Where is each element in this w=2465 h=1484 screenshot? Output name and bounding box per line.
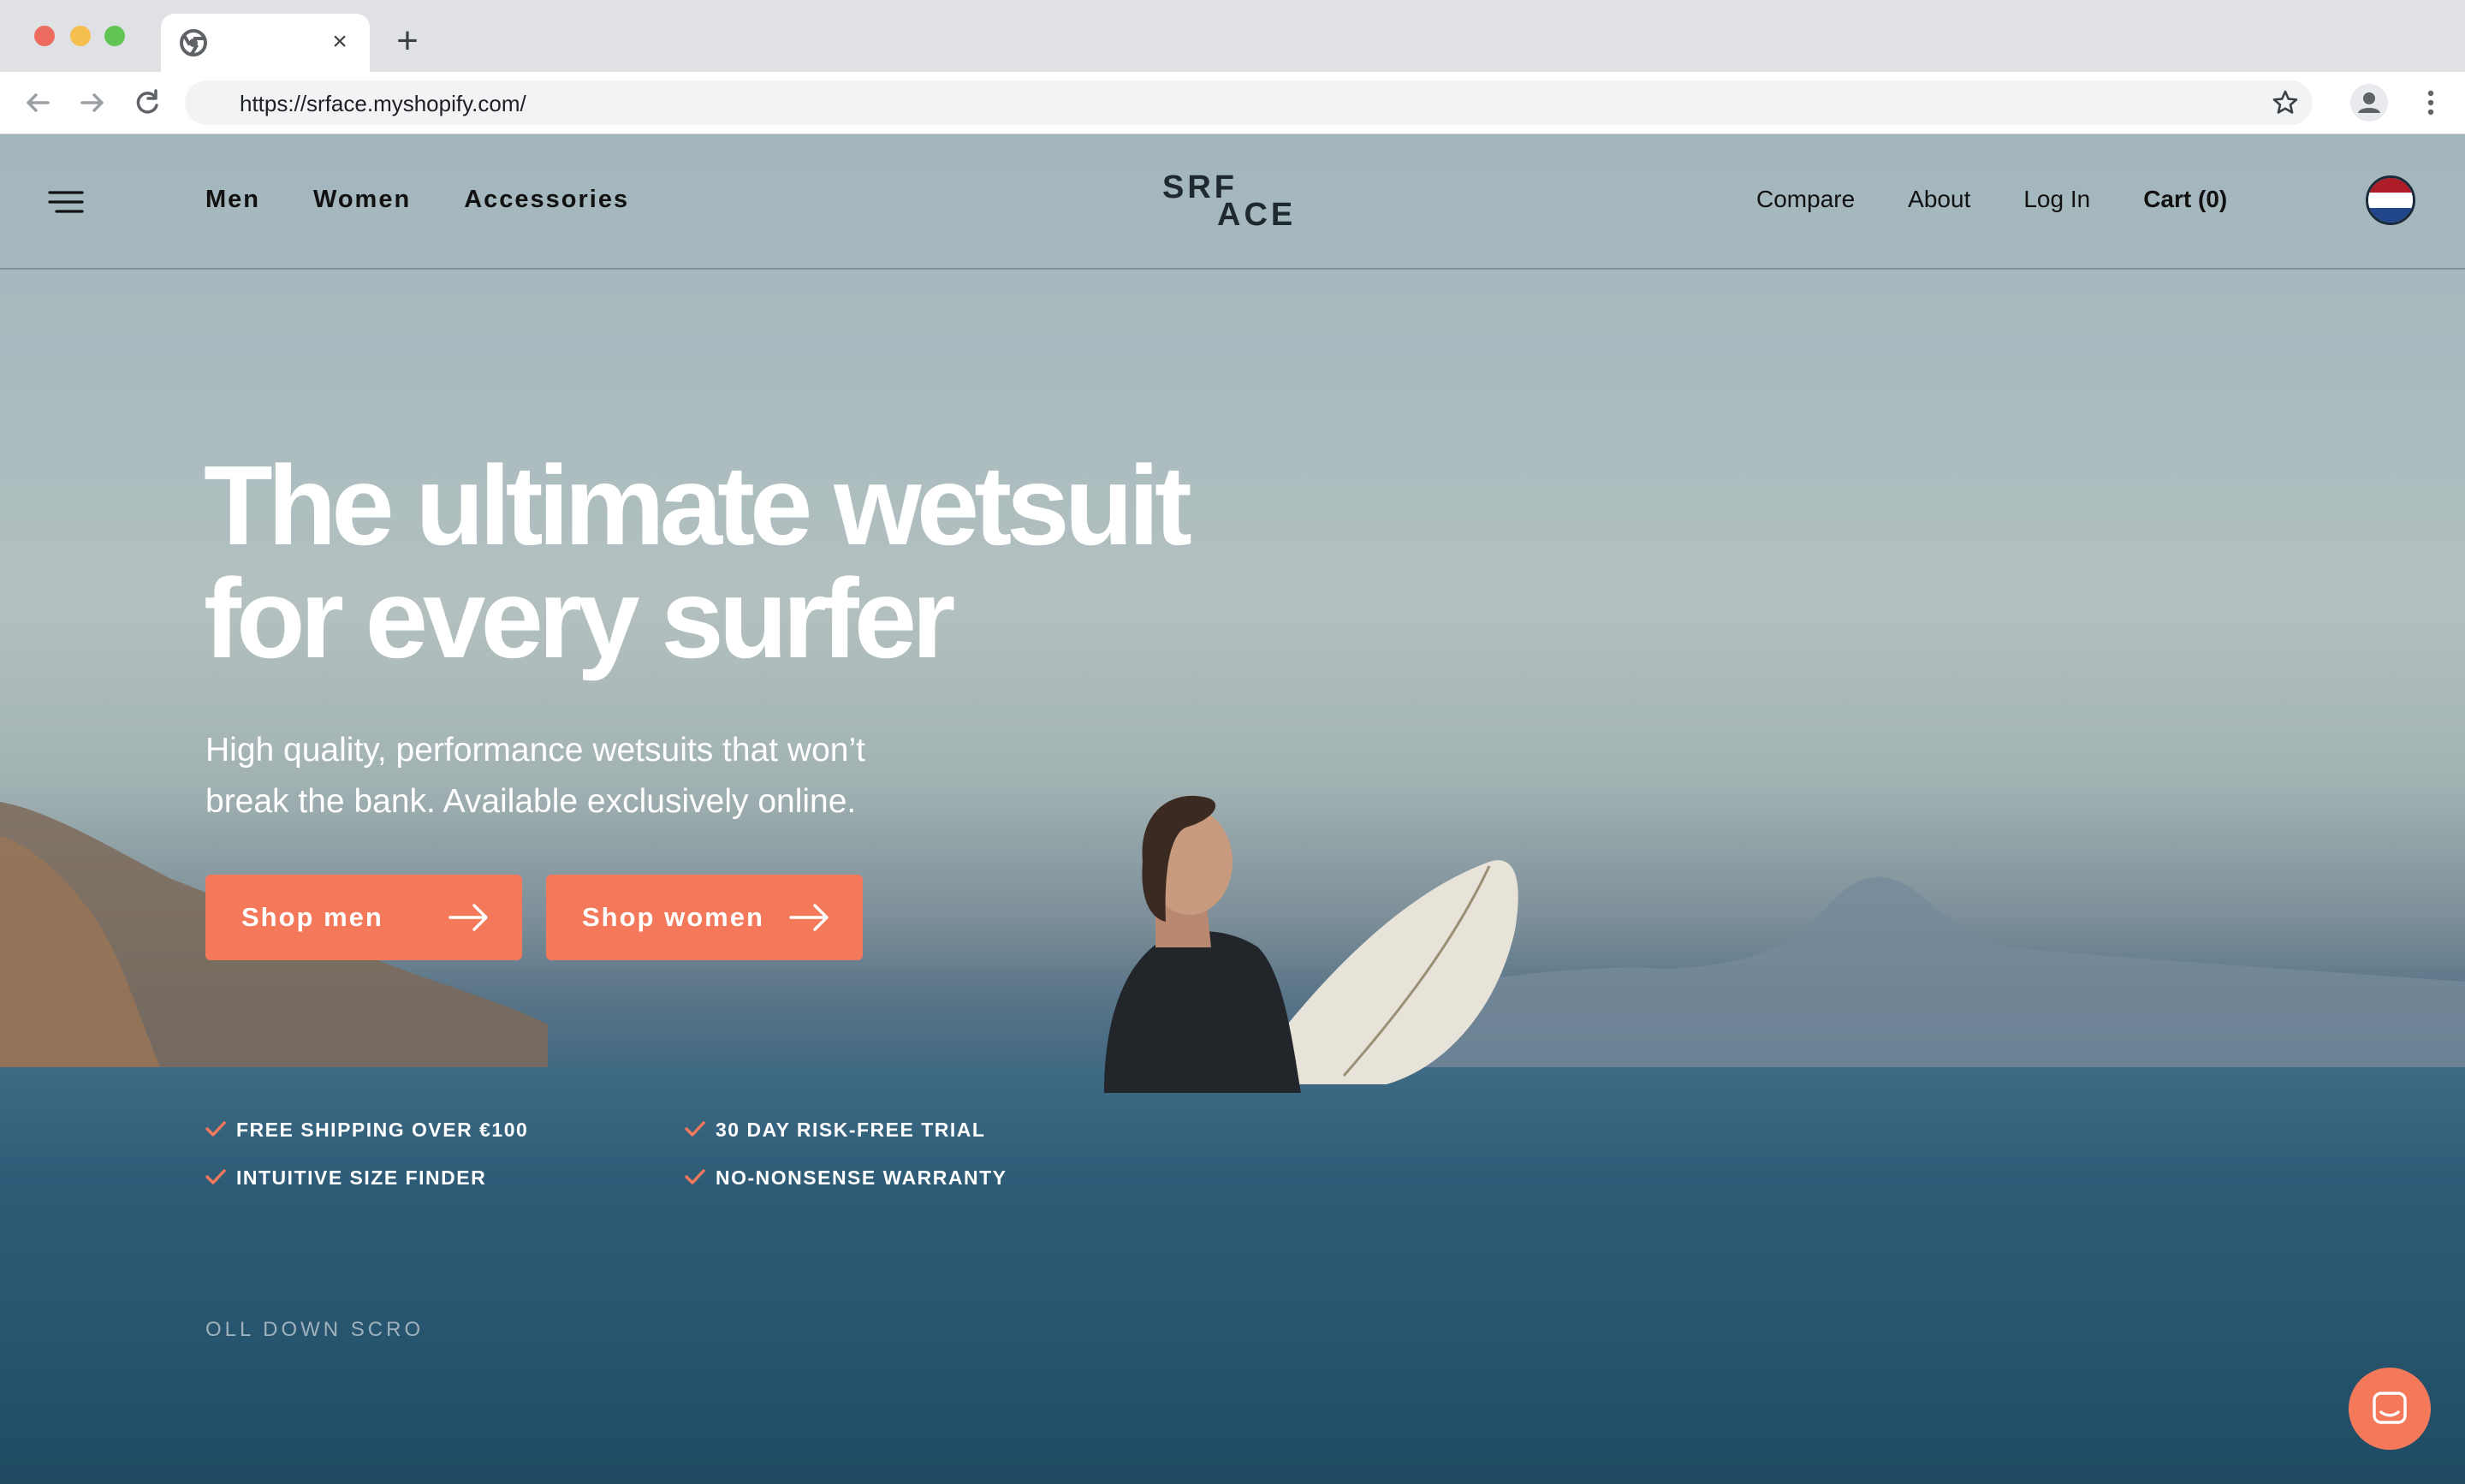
check-icon [205,1121,226,1137]
page-viewport: Men Women Accessories SRF ACE Compare Ab… [0,134,2465,1484]
browser-tab[interactable]: × [161,14,370,72]
nav-link-women[interactable]: Women [313,186,411,214]
browser-toolbar: https://srface.myshopify.com/ [0,72,2465,134]
chrome-icon [180,29,207,56]
hero-subtitle-line-1: High quality, performance wetsuits that … [205,732,865,769]
feature-label: NO-NONSENSE WARRANTY [716,1166,1007,1189]
primary-nav: Men Women Accessories [205,186,629,214]
forward-icon[interactable] [72,82,113,123]
shop-men-label: Shop men [241,902,383,932]
check-icon [205,1169,226,1184]
chat-launcher-button[interactable] [2349,1368,2431,1450]
distant-mountains-background [1412,876,2465,1076]
shop-women-button[interactable]: Shop women [546,875,863,960]
hero-subtitle-line-2: break the bank. Available exclusively on… [205,783,857,820]
secondary-nav: Compare About Log In Cart (0) [1756,186,2227,213]
reload-icon[interactable] [127,82,168,123]
profile-avatar-icon[interactable] [2350,84,2388,122]
feature-label: INTUITIVE SIZE FINDER [236,1166,487,1189]
srface-logo[interactable]: SRF ACE [1161,170,1294,235]
address-bar[interactable]: https://srface.myshopify.com/ [185,80,2313,125]
site-header: Men Women Accessories SRF ACE Compare Ab… [0,134,2465,270]
bookmark-star-icon[interactable] [2270,87,2301,118]
hero-title-line-2: for every surfer [204,555,955,681]
feature-label: FREE SHIPPING OVER €100 [236,1119,529,1141]
window-minimize-button[interactable] [70,26,91,46]
netherlands-flag-icon[interactable] [2366,175,2415,225]
nav-link-compare[interactable]: Compare [1756,186,1855,213]
nav-link-about[interactable]: About [1908,186,1970,213]
browser-tab-strip: × + [0,0,2465,72]
hero-subtitle: High quality, performance wetsuits that … [205,725,976,828]
chat-icon [2373,1392,2407,1424]
arrow-right-icon [448,904,488,931]
check-icon [685,1169,705,1184]
url-text: https://srface.myshopify.com/ [240,91,526,116]
nav-link-accessories[interactable]: Accessories [464,186,629,214]
shop-men-button[interactable]: Shop men [205,875,522,960]
nav-link-men[interactable]: Men [205,186,260,214]
hamburger-icon[interactable] [48,191,84,213]
shop-women-label: Shop women [582,902,764,932]
scroll-down-marquee: OLL DOWN SCROL [205,1318,425,1341]
nav-link-cart[interactable]: Cart (0) [2143,186,2227,213]
check-icon [685,1121,705,1137]
surfer-photo [1104,795,1518,1093]
browser-menu-icon[interactable] [2414,86,2448,120]
feature-label: 30 DAY RISK-FREE TRIAL [716,1119,986,1141]
new-tab-button[interactable]: + [390,22,425,60]
arrow-right-icon [789,904,829,931]
hero-title-line-1: The ultimate wetsuit [204,442,1192,568]
nav-link-login[interactable]: Log In [2023,186,2090,213]
hero-title: The ultimate wetsuit for every surfer [204,449,1316,675]
back-icon[interactable] [17,82,58,123]
window-close-button[interactable] [34,26,55,46]
svg-text:ACE: ACE [1217,197,1294,233]
window-maximize-button[interactable] [104,26,125,46]
tab-close-icon[interactable]: × [325,27,354,56]
